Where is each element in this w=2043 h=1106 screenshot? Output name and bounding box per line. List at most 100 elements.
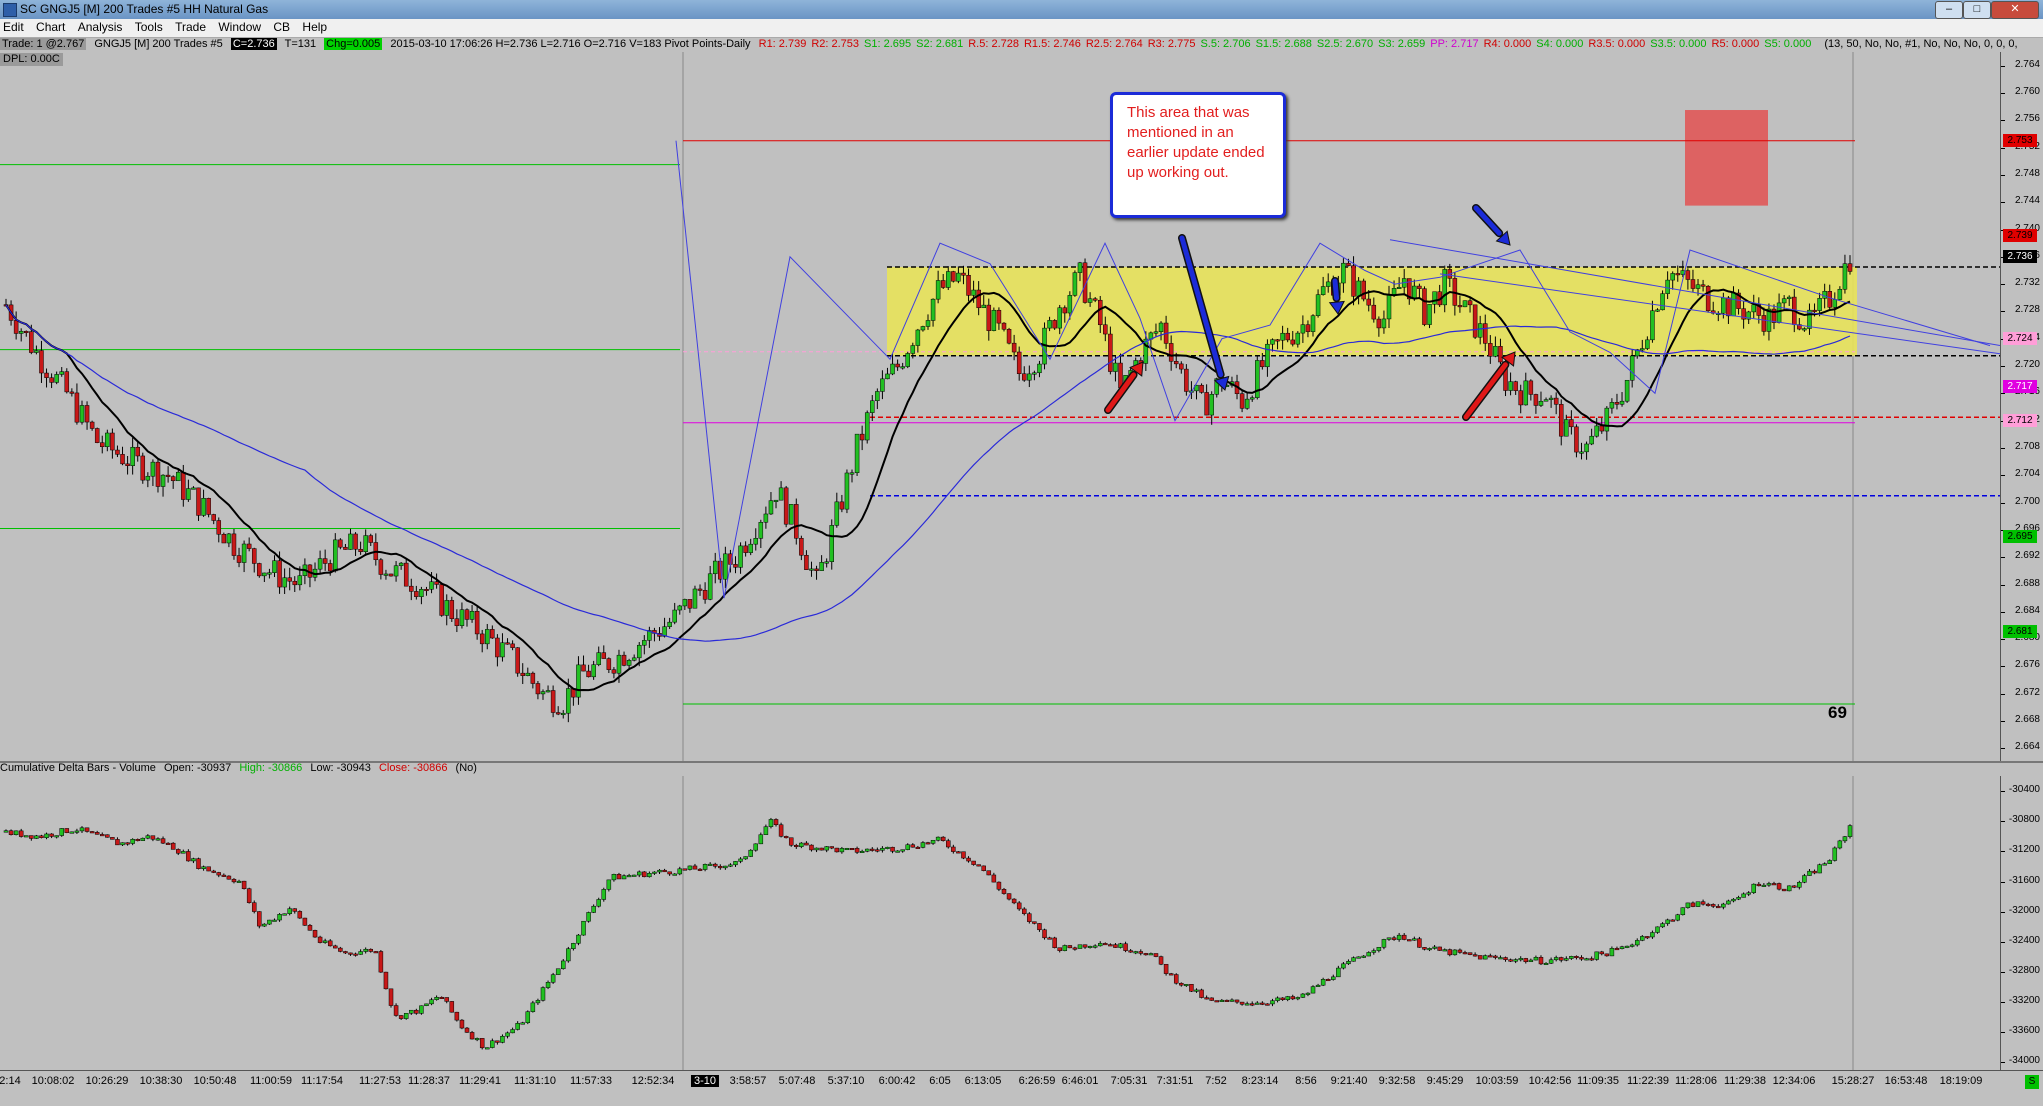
delta-bar (1158, 956, 1164, 965)
time-axis[interactable]: 2:14 10:08:02 10:26:29 10:38:30 10:50:48 11:0… (0, 1070, 2043, 1106)
candle-body (1346, 262, 1351, 266)
candle-body (1751, 304, 1756, 313)
delta-bar (804, 842, 809, 846)
cumulative-delta-chart[interactable] (0, 776, 2000, 1070)
delta-bar (540, 987, 546, 1001)
candle-body (490, 629, 495, 639)
price-marker: 2.753 (2003, 133, 2037, 147)
time-tick-label: 12:34:06 (1772, 1075, 1816, 1087)
pivot-value: S3.5: 0.000 (1650, 38, 1707, 50)
pivot-value: S.5: 2.706 (1200, 38, 1251, 50)
menu-cb[interactable]: CB (270, 19, 296, 34)
delta-bar (79, 827, 85, 832)
menu-edit[interactable]: Edit (0, 19, 30, 34)
menu-tools[interactable]: Tools (132, 19, 169, 34)
delta-close: Close: -30866 (378, 762, 448, 774)
candle-body (788, 504, 794, 525)
delta-bar (1797, 882, 1802, 888)
delta-bar (1376, 946, 1382, 951)
candle-body (1168, 343, 1174, 362)
delta-bar (1062, 945, 1068, 951)
candle-body (525, 672, 531, 676)
candle-body (39, 350, 44, 374)
menu-window[interactable]: Window (215, 19, 267, 34)
delta-axis[interactable]: -30400 -30800 -31200 -31600 -32000 -32400 -328… (2000, 776, 2043, 1070)
delta-bar (1128, 950, 1133, 953)
candle-body (1310, 315, 1316, 332)
delta-bar (206, 866, 211, 872)
menu-analysis[interactable]: Analysis (75, 19, 129, 34)
candle-body (1645, 339, 1650, 349)
delta-bar (348, 952, 353, 955)
delta-bar (1817, 864, 1822, 874)
maximize-button[interactable]: □ (1963, 1, 1991, 19)
delta-bar (505, 1032, 510, 1037)
minimize-button[interactable]: – (1935, 1, 1963, 19)
close-button[interactable]: ✕ (1991, 1, 2039, 19)
candle-body (1265, 343, 1270, 368)
delta-bar (596, 899, 601, 907)
delta-bar (1331, 976, 1336, 980)
delta-bar (69, 831, 75, 834)
delta-bar (444, 997, 449, 1002)
price-axis[interactable]: 2.7642.7602.7562.7522.7482.7442.7402.736… (2000, 52, 2043, 762)
candle-body (155, 461, 161, 487)
delta-bar (317, 936, 323, 943)
corner-indicator[interactable]: S (2025, 1075, 2039, 1089)
candle-body (1295, 332, 1301, 345)
candle-body (1817, 298, 1822, 311)
candle-body (419, 589, 424, 597)
candle-body (829, 525, 834, 562)
menu-help[interactable]: Help (299, 19, 333, 34)
candle-body (1472, 304, 1478, 338)
candle-body (1574, 426, 1579, 453)
candle-body (287, 577, 292, 582)
delta-bar (1042, 929, 1047, 939)
price-tick-label: 2.700 (2014, 495, 2040, 507)
app-icon (3, 3, 17, 17)
delta-tick (2001, 972, 2005, 973)
delta-bar (1634, 940, 1640, 946)
delta-bar (1179, 982, 1184, 986)
candle-body (1097, 299, 1103, 326)
menu-trade[interactable]: Trade (172, 19, 212, 34)
delta-bar (814, 847, 819, 851)
delta-bar (1690, 902, 1696, 907)
delta-bar (1523, 958, 1529, 963)
delta-bar (49, 833, 54, 837)
candle-body (1786, 296, 1792, 299)
candle-body (1417, 285, 1422, 289)
menu-chart[interactable]: Chart (33, 19, 71, 34)
delta-bar (621, 875, 627, 880)
delta-bar (1163, 963, 1169, 974)
delta-bar (1325, 979, 1331, 982)
candle-body (221, 534, 227, 544)
delta-bar (1584, 958, 1589, 961)
delta-bar (1108, 944, 1113, 947)
delta-bar (1832, 847, 1838, 861)
price-chart[interactable] (0, 52, 2000, 762)
candle-body (581, 664, 586, 672)
candle-body (79, 405, 85, 423)
candle-body (368, 535, 373, 543)
candle-body (1173, 361, 1179, 365)
delta-bar (1548, 959, 1554, 964)
delta-bar (1751, 883, 1756, 893)
time-tick-label: 8:56 (1295, 1075, 1317, 1087)
delta-bar (241, 880, 247, 889)
candle-body (29, 331, 34, 353)
candle-body (34, 350, 39, 353)
delta-bar (292, 908, 298, 912)
candle-body (84, 405, 90, 423)
candle-body (1422, 288, 1427, 325)
delta-bar (150, 835, 156, 840)
delta-bar (1483, 955, 1488, 960)
delta-bar (1407, 939, 1412, 942)
price-tick (2001, 748, 2005, 750)
delta-bar (515, 1023, 520, 1030)
zigzag-trend-line (675, 140, 1991, 599)
time-tick-label: 12:52:34 (631, 1075, 675, 1087)
candle-body (449, 600, 455, 619)
delta-bar (186, 851, 191, 862)
candle-body (1553, 397, 1559, 405)
